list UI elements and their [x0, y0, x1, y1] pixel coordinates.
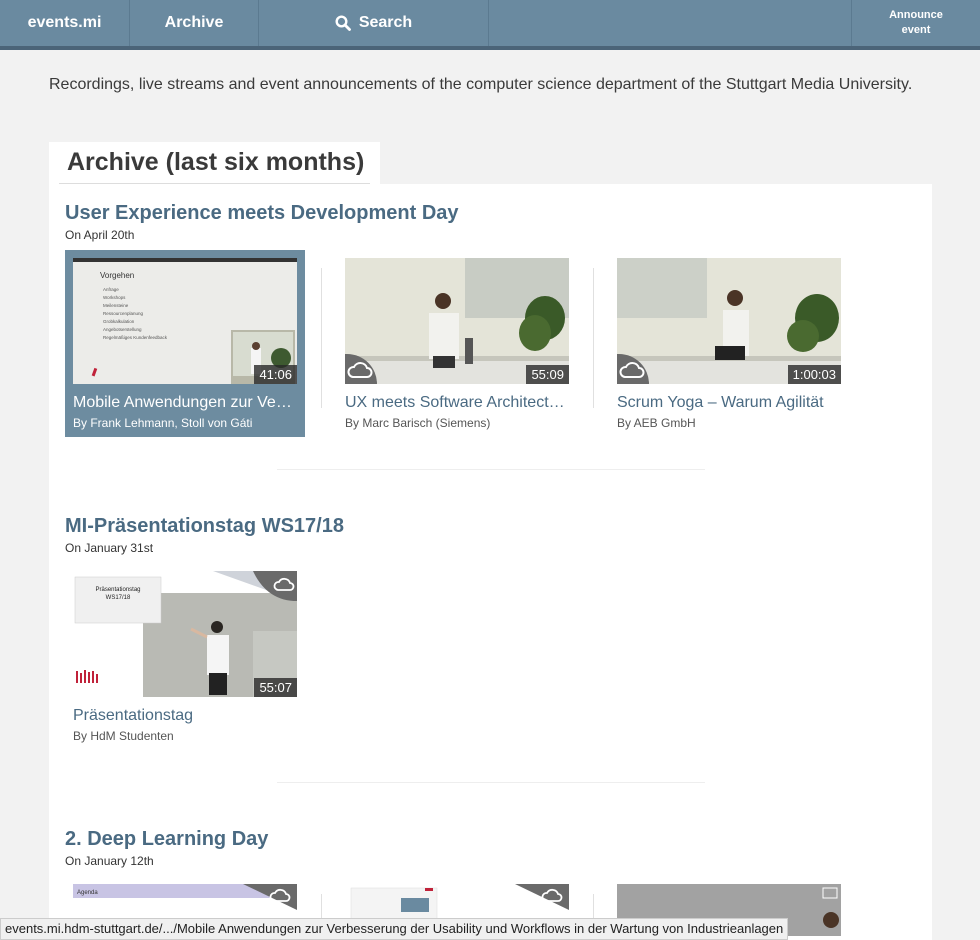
video-card[interactable]: Präsentationstag WS17/18 55:07 Präsentat…: [65, 563, 305, 750]
slide-bullet: Anfrage: [103, 287, 119, 292]
slide-bullet: Grobkalkulation: [103, 319, 135, 324]
event-header: 2. Deep Learning Day On January 12th: [65, 828, 268, 868]
slide-title: Agenda: [77, 890, 98, 896]
card-separator: [321, 268, 322, 408]
video-speaker: By AEB GmbH: [617, 416, 696, 430]
video-title[interactable]: Mobile Anwendungen zur Verbesserung der …: [73, 394, 297, 412]
video-duration: 1:00:03: [787, 365, 841, 384]
video-duration: 41:06: [254, 365, 297, 384]
event-title[interactable]: 2. Deep Learning Day: [65, 828, 268, 851]
cloud-icon: [247, 571, 297, 601]
event-title[interactable]: MI-Präsentationstag WS17/18: [65, 515, 344, 538]
event-date: On April 20th: [65, 228, 135, 242]
video-speaker: By HdM Studenten: [73, 729, 174, 743]
video-thumbnail[interactable]: 55:09: [345, 258, 569, 384]
slide-bullet: Workshops: [103, 295, 126, 300]
slide-bullet: Regelmäßiges Kundenfeedback: [103, 335, 168, 340]
announce-label-2: event: [901, 24, 931, 36]
announce-label-1: Announce: [889, 9, 943, 21]
slide-bullet: Angebotserstellung: [103, 327, 142, 332]
archive-heading-underline: [59, 183, 370, 184]
top-nav: events.mi Archive Search Announce event: [0, 0, 980, 50]
video-speaker: By Marc Barisch (Siemens): [345, 416, 491, 430]
video-thumbnail[interactable]: 1:00:03: [617, 258, 841, 384]
event-divider: [277, 469, 705, 470]
video-card[interactable]: Vorgehen Anfrage Workshops Meilensteine …: [65, 250, 305, 437]
archive-label: Archive: [164, 14, 224, 31]
search-label: Search: [358, 14, 413, 31]
browser-status-bar: events.mi.hdm-stuttgart.de/.../Mobile An…: [0, 918, 789, 940]
video-title[interactable]: Präsentationstag: [73, 707, 297, 725]
event-date: On January 12th: [65, 854, 154, 868]
archive-link[interactable]: Archive: [130, 0, 259, 46]
slide-bullet: Meilensteine: [103, 303, 129, 308]
search-link[interactable]: Search: [259, 0, 489, 46]
archive-tab: Archive (last six months): [49, 142, 380, 186]
card-separator: [593, 268, 594, 408]
video-speaker: By Frank Lehmann, Stoll von Gáti: [73, 416, 253, 430]
video-thumbnail[interactable]: Vorgehen Anfrage Workshops Meilensteine …: [73, 258, 297, 384]
intro-text: Recordings, live streams and event annou…: [49, 76, 913, 93]
event-divider: [277, 782, 705, 783]
event-header: User Experience meets Development Day On…: [65, 202, 459, 242]
slide-bullet: Ressourcenplanung: [103, 311, 144, 316]
archive-heading: Archive (last six months): [67, 148, 365, 176]
event-title[interactable]: User Experience meets Development Day: [65, 202, 459, 225]
event-date: On January 31st: [65, 541, 154, 555]
event-header: MI-Präsentationstag WS17/18 On January 3…: [65, 515, 344, 555]
slide-title: Präsentationstag: [95, 587, 140, 593]
slide-subtitle: WS17/18: [106, 595, 131, 601]
video-duration: 55:07: [254, 678, 297, 697]
slide-title: Vorgehen: [100, 271, 134, 280]
search-icon: [335, 15, 351, 31]
brand-link[interactable]: events.mi: [0, 0, 130, 46]
video-card[interactable]: 55:09 UX meets Software Architecture By …: [321, 250, 577, 437]
announce-event-button[interactable]: Announce event: [851, 0, 980, 46]
video-thumbnail[interactable]: Präsentationstag WS17/18 55:07: [73, 571, 297, 697]
brand-label: events.mi: [27, 14, 102, 31]
video-title[interactable]: UX meets Software Architecture: [345, 394, 569, 412]
video-title[interactable]: Scrum Yoga – Warum Agilität: [617, 394, 841, 412]
video-card[interactable]: 1:00:03 Scrum Yoga – Warum Agilität By A…: [593, 250, 849, 437]
video-duration: 55:09: [526, 365, 569, 384]
